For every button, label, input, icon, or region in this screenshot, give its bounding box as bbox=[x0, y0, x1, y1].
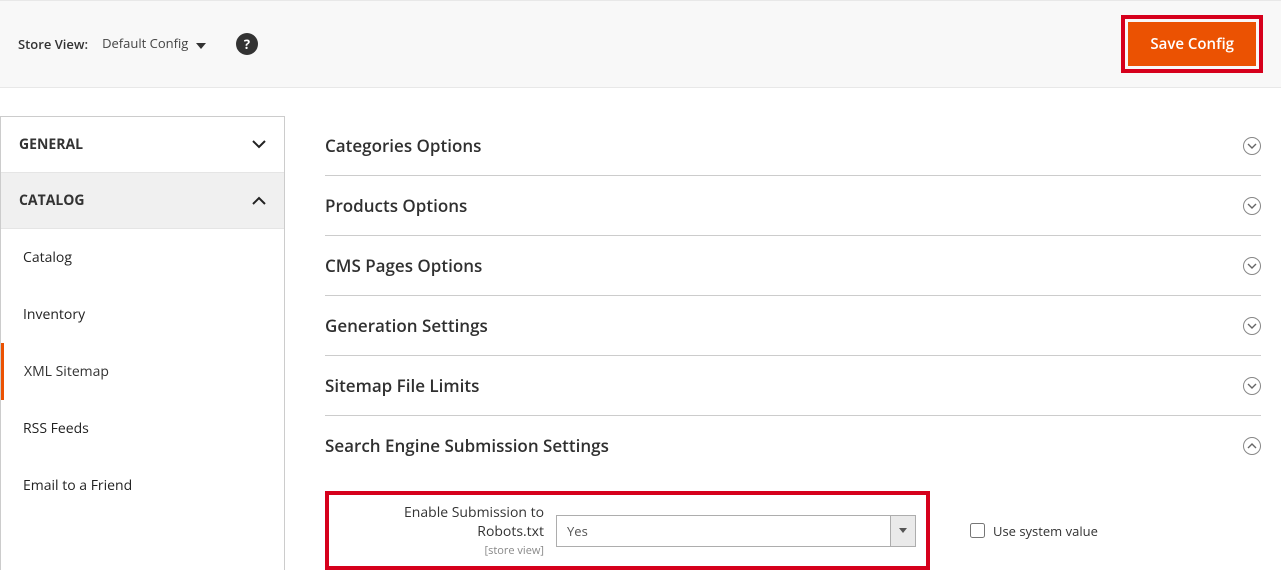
sidebar-item-rss-feeds[interactable]: RSS Feeds bbox=[1, 400, 284, 457]
field-label: Enable Submission to Robots.txt bbox=[351, 503, 544, 541]
config-content: Categories Options Products Options CMS … bbox=[285, 116, 1281, 570]
expand-down-icon bbox=[1243, 377, 1261, 395]
store-view-switcher[interactable]: Default Config bbox=[102, 34, 206, 54]
section-title: Sitemap File Limits bbox=[325, 374, 479, 397]
chevron-down-icon bbox=[252, 135, 266, 154]
field-row-robots: Enable Submission to Robots.txt [store v… bbox=[325, 491, 1261, 570]
sidebar-section-catalog[interactable]: CATALOG bbox=[1, 173, 284, 229]
section-generation-settings[interactable]: Generation Settings bbox=[325, 296, 1261, 356]
chevron-up-icon bbox=[252, 191, 266, 210]
section-title: Search Engine Submission Settings bbox=[325, 434, 609, 457]
section-title: Products Options bbox=[325, 194, 467, 217]
use-system-value-checkbox[interactable] bbox=[970, 523, 985, 538]
field-label-wrap: Enable Submission to Robots.txt [store v… bbox=[351, 503, 556, 558]
field-highlight: Enable Submission to Robots.txt [store v… bbox=[325, 491, 930, 570]
sidebar-item-label: Email to a Friend bbox=[23, 476, 132, 495]
section-categories-options[interactable]: Categories Options bbox=[325, 116, 1261, 176]
sidebar-item-label: XML Sitemap bbox=[24, 362, 109, 381]
select-arrow-icon[interactable] bbox=[890, 515, 916, 547]
use-system-value-wrap: Use system value bbox=[970, 522, 1098, 540]
sidebar-section-label: GENERAL bbox=[19, 135, 83, 154]
page-toolbar: Store View: Default Config ? Save Config bbox=[0, 0, 1281, 88]
expand-down-icon bbox=[1243, 137, 1261, 155]
robots-select-wrap bbox=[556, 515, 916, 547]
use-system-value-label[interactable]: Use system value bbox=[993, 522, 1098, 540]
expand-down-icon bbox=[1243, 317, 1261, 335]
section-title: Categories Options bbox=[325, 134, 481, 157]
save-config-button[interactable]: Save Config bbox=[1128, 22, 1256, 66]
sidebar-item-xml-sitemap[interactable]: XML Sitemap bbox=[1, 343, 284, 400]
sidebar-item-catalog[interactable]: Catalog bbox=[1, 229, 284, 286]
section-cms-pages-options[interactable]: CMS Pages Options bbox=[325, 236, 1261, 296]
collapse-up-icon bbox=[1243, 437, 1261, 455]
caret-down-icon bbox=[196, 35, 206, 54]
section-sitemap-file-limits[interactable]: Sitemap File Limits bbox=[325, 356, 1261, 416]
help-icon[interactable]: ? bbox=[236, 33, 258, 55]
section-title: Generation Settings bbox=[325, 314, 488, 337]
sidebar-item-label: Inventory bbox=[23, 305, 85, 324]
field-scope: [store view] bbox=[351, 543, 544, 558]
sidebar-item-label: Catalog bbox=[23, 248, 72, 267]
expand-down-icon bbox=[1243, 257, 1261, 275]
store-view-value: Default Config bbox=[102, 34, 188, 52]
main-layout: GENERAL CATALOG Catalog Inventory XML Si… bbox=[0, 116, 1281, 570]
section-search-engine-submission[interactable]: Search Engine Submission Settings bbox=[325, 416, 1261, 475]
sidebar-item-inventory[interactable]: Inventory bbox=[1, 286, 284, 343]
save-button-highlight: Save Config bbox=[1121, 15, 1263, 73]
sidebar-section-label: CATALOG bbox=[19, 191, 85, 210]
section-products-options[interactable]: Products Options bbox=[325, 176, 1261, 236]
config-sidebar: GENERAL CATALOG Catalog Inventory XML Si… bbox=[0, 116, 285, 570]
sidebar-section-general[interactable]: GENERAL bbox=[1, 117, 284, 173]
expand-down-icon bbox=[1243, 197, 1261, 215]
store-view-label: Store View: bbox=[18, 35, 88, 53]
sidebar-item-email-friend[interactable]: Email to a Friend bbox=[1, 457, 284, 514]
sidebar-item-label: RSS Feeds bbox=[23, 419, 89, 438]
robots-select[interactable] bbox=[556, 515, 891, 547]
section-title: CMS Pages Options bbox=[325, 254, 482, 277]
